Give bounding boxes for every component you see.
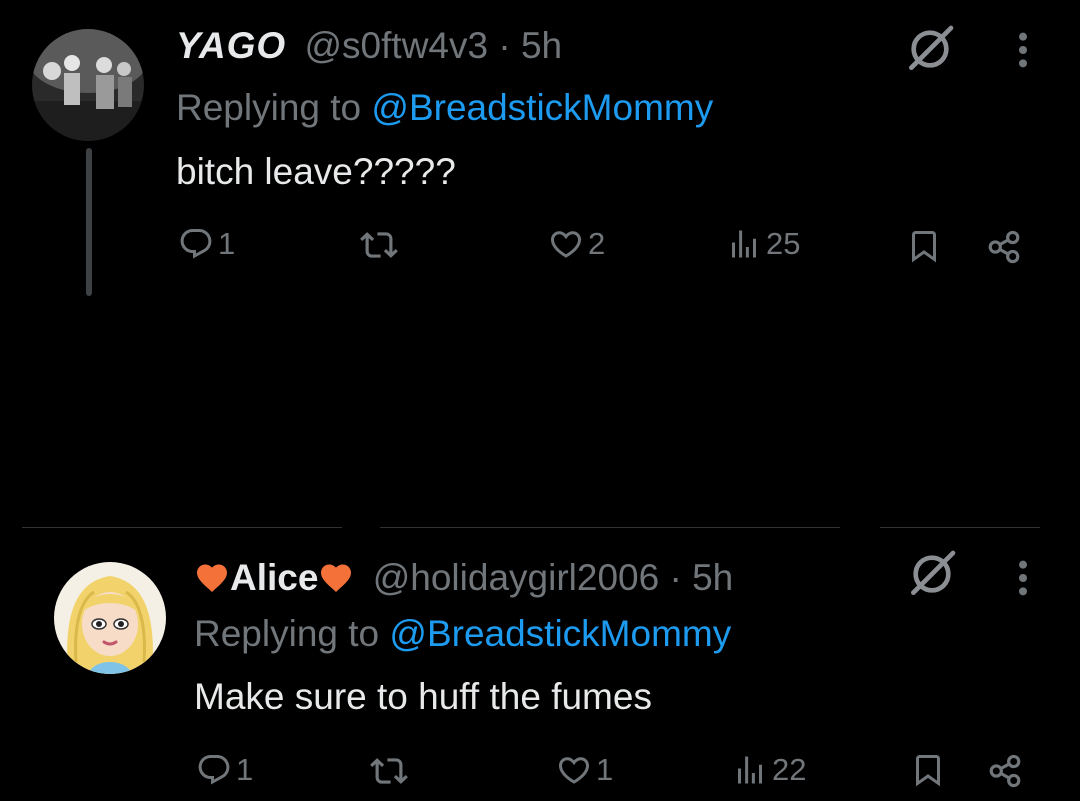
orange-heart-icon <box>194 560 230 596</box>
reply-icon <box>178 226 214 262</box>
replying-to: Replying to @BreadstickMommy <box>194 612 731 656</box>
thread-line <box>86 148 92 296</box>
reply-button[interactable]: 1 <box>178 226 235 262</box>
views-icon <box>732 752 768 788</box>
like-count: 1 <box>596 752 614 787</box>
retweet-button[interactable] <box>360 226 398 264</box>
bookmark-icon <box>910 752 946 788</box>
reply-count: 1 <box>236 752 254 787</box>
tweet-yago[interactable]: YAGO @s0ftw4v3 · 5h Replying to @Breadst… <box>0 0 1080 520</box>
tweet-header: YAGO @s0ftw4v3 · 5h <box>176 24 562 68</box>
author-name[interactable]: YAGO <box>176 25 286 66</box>
replying-prefix: Replying to <box>176 87 372 128</box>
like-icon <box>548 226 584 262</box>
timestamp[interactable]: 5h <box>692 557 733 598</box>
share-button[interactable] <box>986 752 1024 790</box>
like-icon <box>556 752 592 788</box>
replying-to: Replying to @BreadstickMommy <box>176 86 713 130</box>
reply-button[interactable]: 1 <box>196 752 253 788</box>
replying-prefix: Replying to <box>194 613 390 654</box>
share-button[interactable] <box>985 228 1023 266</box>
author-handle[interactable]: @s0ftw4v3 <box>305 25 489 66</box>
views-button[interactable]: 22 <box>732 752 806 788</box>
separator-dot: · <box>498 25 511 66</box>
view-count: 22 <box>772 752 807 787</box>
author-handle[interactable]: @holidaygirl2006 <box>373 557 659 598</box>
grok-icon[interactable] <box>904 546 960 602</box>
mention-link[interactable]: @BreadstickMommy <box>389 613 731 654</box>
retweet-icon <box>360 226 398 264</box>
separator-dot: · <box>669 557 682 598</box>
timestamp[interactable]: 5h <box>521 25 562 66</box>
author-name[interactable]: Alice <box>230 557 318 598</box>
share-icon <box>985 228 1023 266</box>
bookmark-button[interactable] <box>906 228 942 264</box>
mention-link[interactable]: @BreadstickMommy <box>371 87 713 128</box>
orange-heart-icon <box>318 560 354 596</box>
share-icon <box>986 752 1024 790</box>
tweet-header: Alice @holidaygirl2006 · 5h <box>194 556 733 600</box>
view-count: 25 <box>766 226 801 261</box>
more-icon[interactable] <box>1017 558 1029 598</box>
tweet-text: Make sure to huff the fumes <box>194 676 652 717</box>
like-count: 2 <box>588 226 606 261</box>
tweet-text: bitch leave????? <box>176 151 456 192</box>
like-button[interactable]: 2 <box>548 226 605 262</box>
like-button[interactable]: 1 <box>556 752 613 788</box>
grok-icon[interactable] <box>902 21 958 77</box>
reply-count: 1 <box>218 226 236 261</box>
bookmark-icon <box>906 228 942 264</box>
more-icon[interactable] <box>1017 30 1029 70</box>
bookmark-button[interactable] <box>910 752 946 788</box>
avatar[interactable] <box>54 562 166 674</box>
retweet-icon <box>370 752 408 790</box>
reply-icon <box>196 752 232 788</box>
views-button[interactable]: 25 <box>726 226 800 262</box>
retweet-button[interactable] <box>370 752 408 790</box>
views-icon <box>726 226 762 262</box>
avatar[interactable] <box>32 29 144 141</box>
